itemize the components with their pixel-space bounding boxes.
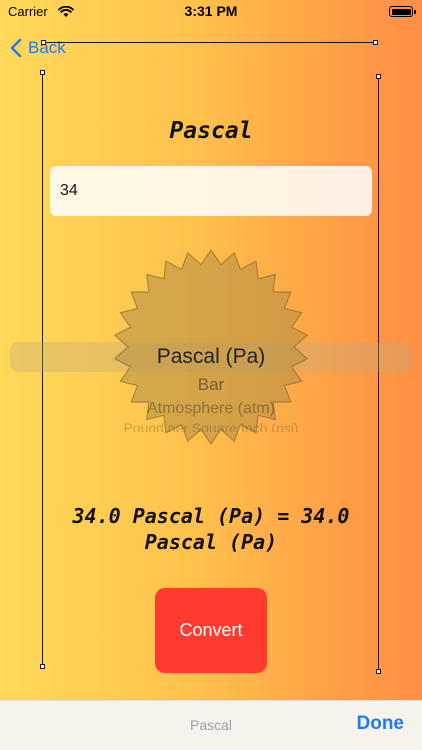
battery-icon xyxy=(389,6,416,17)
picker-option[interactable]: Bar xyxy=(0,375,422,395)
convert-button[interactable]: Convert xyxy=(155,588,267,673)
status-bar: Carrier 3:31 PM xyxy=(0,0,422,24)
picker-option-selected[interactable]: Pascal (Pa) xyxy=(0,345,422,369)
done-button[interactable]: Done xyxy=(357,713,405,735)
page-title: Pascal xyxy=(169,118,253,144)
status-time: 3:31 PM xyxy=(184,3,238,19)
input-accessory-toolbar: Pascal Done xyxy=(0,700,422,750)
picker-option[interactable]: Atmosphere (atm) xyxy=(0,400,422,418)
conversion-result: 34.0 Pascal (Pa) = 34.0 Pascal (Pa) xyxy=(72,504,350,554)
back-button[interactable]: Back xyxy=(10,36,66,60)
back-label: Back xyxy=(28,38,66,57)
chevron-left-icon xyxy=(10,38,22,58)
value-input[interactable] xyxy=(50,166,372,216)
picker-option[interactable]: Pound per Square Inch (psi) xyxy=(0,420,422,432)
